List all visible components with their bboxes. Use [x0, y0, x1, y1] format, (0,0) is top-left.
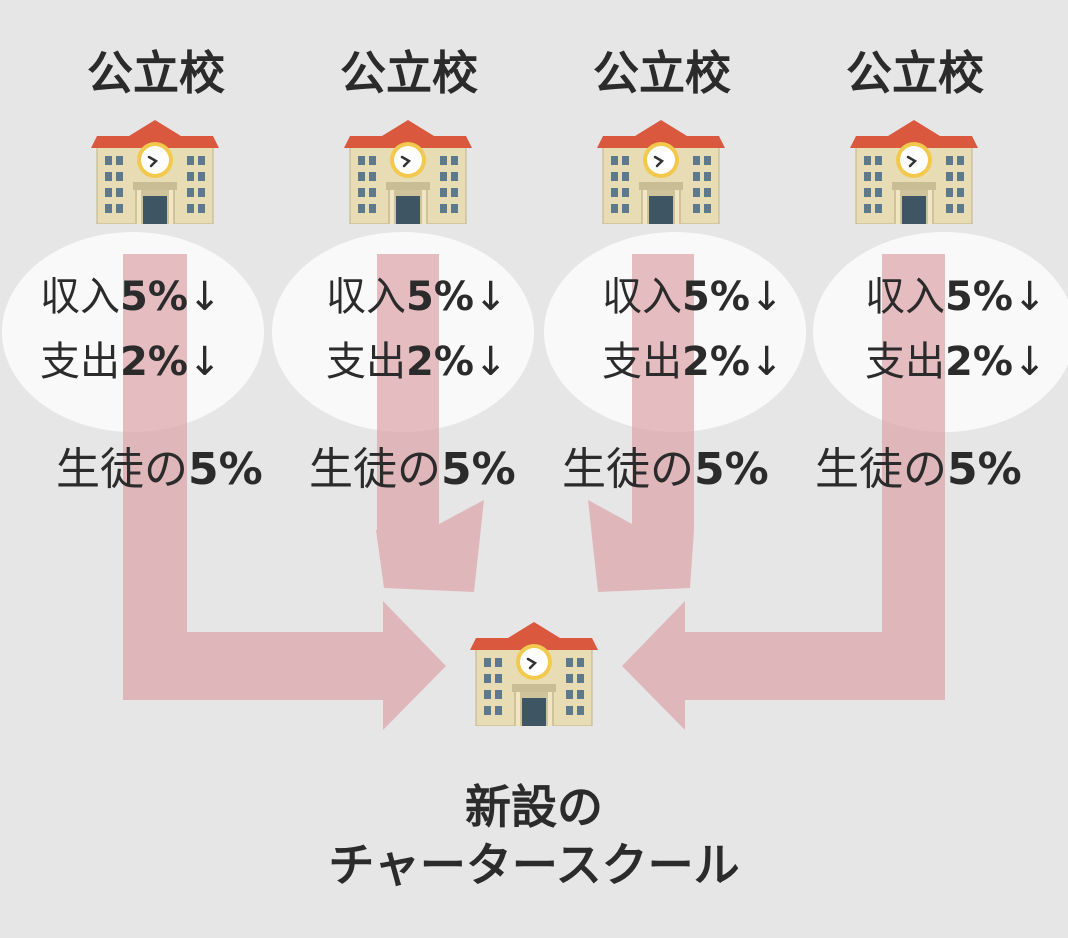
- income-stat: 収入5%↓: [865, 277, 1046, 317]
- income-value: 5%: [406, 274, 474, 320]
- stats-ellipse-2: [272, 232, 534, 432]
- school-building-icon: [91, 120, 219, 224]
- spending-stat: 支出2%↓: [40, 342, 221, 382]
- school-title: 公立校: [340, 46, 478, 100]
- income-stat: 収入5%↓: [40, 277, 221, 317]
- charter-school-label-line2: チャータースクール: [328, 838, 740, 892]
- down-arrow-icon: ↓: [187, 339, 222, 385]
- income-stat: 収入5%↓: [326, 277, 507, 317]
- stats-ellipse-4: [813, 232, 1068, 432]
- charter-school-building-icon: [470, 622, 598, 726]
- income-value: 5%: [682, 274, 750, 320]
- income-value: 5%: [120, 274, 188, 320]
- income-label: 収入: [40, 274, 120, 320]
- spending-label: 支出: [40, 339, 120, 385]
- income-value: 5%: [945, 274, 1013, 320]
- spending-stat: 支出2%↓: [602, 342, 783, 382]
- spending-label: 支出: [865, 339, 945, 385]
- spending-stat: 支出2%↓: [326, 342, 507, 382]
- down-arrow-icon: ↓: [473, 339, 508, 385]
- student-share-value: 5%: [441, 444, 516, 495]
- diagram: 公立校 公立校 公立校 公立校 収入5%↓ 収入5%↓ 収入5%↓ 収入5%↓ …: [0, 0, 1068, 938]
- spending-value: 2%: [120, 339, 188, 385]
- income-label: 収入: [865, 274, 945, 320]
- income-stat: 収入5%↓: [602, 277, 783, 317]
- student-share-value: 5%: [694, 444, 769, 495]
- spending-stat: 支出2%↓: [865, 342, 1046, 382]
- down-arrow-icon: ↓: [749, 274, 784, 320]
- down-arrow-icon: ↓: [749, 339, 784, 385]
- down-arrow-icon: ↓: [473, 274, 508, 320]
- school-title: 公立校: [593, 46, 731, 100]
- school-building-icon: [597, 120, 725, 224]
- student-share: 生徒の5%: [56, 448, 263, 492]
- student-share-value: 5%: [947, 444, 1022, 495]
- school-title: 公立校: [87, 46, 225, 100]
- spending-label: 支出: [602, 339, 682, 385]
- down-arrow-icon: ↓: [1012, 339, 1047, 385]
- stats-ellipse-1: [2, 232, 264, 432]
- spending-label: 支出: [326, 339, 406, 385]
- charter-school-label-line1: 新設の: [465, 780, 603, 834]
- student-share-label: 生徒の: [56, 444, 188, 495]
- spending-value: 2%: [406, 339, 474, 385]
- student-share-label: 生徒の: [309, 444, 441, 495]
- school-title: 公立校: [846, 46, 984, 100]
- down-arrow-icon: ↓: [1012, 274, 1047, 320]
- student-share-value: 5%: [188, 444, 263, 495]
- student-share: 生徒の5%: [562, 448, 769, 492]
- spending-value: 2%: [945, 339, 1013, 385]
- student-share: 生徒の5%: [815, 448, 1022, 492]
- student-share-label: 生徒の: [815, 444, 947, 495]
- income-label: 収入: [326, 274, 406, 320]
- income-label: 収入: [602, 274, 682, 320]
- charter-school-label: 新設の チャータースクール: [234, 778, 834, 894]
- stats-ellipse-3: [544, 232, 806, 432]
- spending-value: 2%: [682, 339, 750, 385]
- school-building-icon: [850, 120, 978, 224]
- down-arrow-icon: ↓: [187, 274, 222, 320]
- student-share: 生徒の5%: [309, 448, 516, 492]
- school-building-icon: [344, 120, 472, 224]
- student-share-label: 生徒の: [562, 444, 694, 495]
